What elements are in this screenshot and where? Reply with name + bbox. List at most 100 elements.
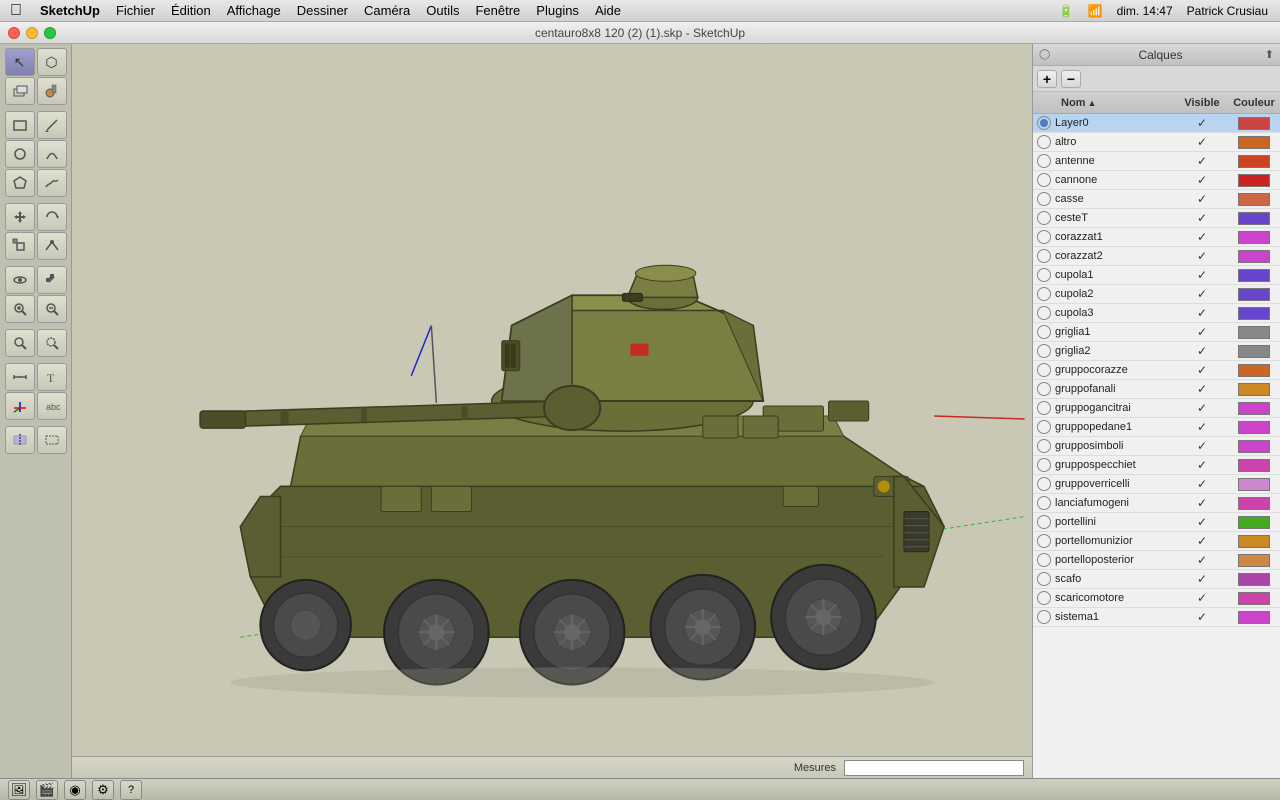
- menu-sketchup[interactable]: SketchUp: [32, 0, 108, 21]
- layer-visible-toggle[interactable]: ✓: [1176, 116, 1228, 130]
- layer-color-swatch[interactable]: [1228, 592, 1280, 605]
- layer-color-swatch[interactable]: [1228, 611, 1280, 624]
- layer-radio[interactable]: [1037, 325, 1051, 339]
- apple-menu[interactable]: : [0, 2, 32, 20]
- tool-component[interactable]: ⬡: [37, 48, 67, 76]
- scenes-icon[interactable]: 🎬: [36, 780, 58, 800]
- layer-visible-toggle[interactable]: ✓: [1176, 363, 1228, 377]
- layer-radio[interactable]: [1037, 534, 1051, 548]
- tool-freehand[interactable]: [37, 169, 67, 197]
- layer-color-swatch[interactable]: [1228, 288, 1280, 301]
- remove-layer-button[interactable]: −: [1061, 70, 1081, 88]
- tool-zoom-out[interactable]: [37, 295, 67, 323]
- layer-color-swatch[interactable]: [1228, 421, 1280, 434]
- tool-select[interactable]: ↖: [5, 48, 35, 76]
- layer-color-swatch[interactable]: [1228, 307, 1280, 320]
- layer-color-swatch[interactable]: [1228, 497, 1280, 510]
- layer-row[interactable]: gruppoverricelli✓: [1033, 475, 1280, 494]
- tool-axes[interactable]: [5, 392, 35, 420]
- layer-radio[interactable]: [1037, 211, 1051, 225]
- sphere-icon[interactable]: ◉: [64, 780, 86, 800]
- close-button[interactable]: [8, 27, 20, 39]
- layer-radio[interactable]: [1037, 116, 1051, 130]
- layer-color-swatch[interactable]: [1228, 193, 1280, 206]
- layer-color-swatch[interactable]: [1228, 459, 1280, 472]
- layer-visible-toggle[interactable]: ✓: [1176, 591, 1228, 605]
- layer-row[interactable]: gruppogancitrai✓: [1033, 399, 1280, 418]
- layer-visible-toggle[interactable]: ✓: [1176, 553, 1228, 567]
- layer-row[interactable]: cupola1✓: [1033, 266, 1280, 285]
- layer-radio[interactable]: [1037, 458, 1051, 472]
- layer-row[interactable]: altro✓: [1033, 133, 1280, 152]
- layer-row[interactable]: cesteT✓: [1033, 209, 1280, 228]
- layer-row[interactable]: cupola3✓: [1033, 304, 1280, 323]
- add-layer-button[interactable]: +: [1037, 70, 1057, 88]
- settings-icon[interactable]: ⚙: [92, 780, 114, 800]
- maximize-button[interactable]: [44, 27, 56, 39]
- layer-visible-toggle[interactable]: ✓: [1176, 268, 1228, 282]
- tool-orbit[interactable]: [5, 266, 35, 294]
- layer-visible-toggle[interactable]: ✓: [1176, 306, 1228, 320]
- layer-radio[interactable]: [1037, 154, 1051, 168]
- layer-color-swatch[interactable]: [1228, 250, 1280, 263]
- layer-row[interactable]: scafo✓: [1033, 570, 1280, 589]
- layer-visible-toggle[interactable]: ✓: [1176, 572, 1228, 586]
- calques-export-icon[interactable]: ⬆: [1265, 48, 1274, 61]
- layer-color-swatch[interactable]: [1228, 231, 1280, 244]
- layer-visible-toggle[interactable]: ✓: [1176, 344, 1228, 358]
- layer-visible-toggle[interactable]: ✓: [1176, 401, 1228, 415]
- layer-color-swatch[interactable]: [1228, 402, 1280, 415]
- layer-row[interactable]: corazzat2✓: [1033, 247, 1280, 266]
- layer-visible-toggle[interactable]: ✓: [1176, 420, 1228, 434]
- layer-row[interactable]: Layer0✓: [1033, 114, 1280, 133]
- layer-radio[interactable]: [1037, 420, 1051, 434]
- layer-visible-toggle[interactable]: ✓: [1176, 135, 1228, 149]
- layer-row[interactable]: gruppofanali✓: [1033, 380, 1280, 399]
- tool-rectangle[interactable]: [5, 111, 35, 139]
- layer-row[interactable]: griglia2✓: [1033, 342, 1280, 361]
- layer-color-swatch[interactable]: [1228, 478, 1280, 491]
- menu-outils[interactable]: Outils: [418, 0, 467, 21]
- layer-color-swatch[interactable]: [1228, 535, 1280, 548]
- layer-row[interactable]: gruppocorazze✓: [1033, 361, 1280, 380]
- layer-row[interactable]: portellini✓: [1033, 513, 1280, 532]
- tool-arc[interactable]: [37, 140, 67, 168]
- minimize-button[interactable]: [26, 27, 38, 39]
- layer-row[interactable]: griglia1✓: [1033, 323, 1280, 342]
- layer-visible-toggle[interactable]: ✓: [1176, 211, 1228, 225]
- tool-circle[interactable]: [5, 140, 35, 168]
- layer-radio[interactable]: [1037, 268, 1051, 282]
- menu-camera[interactable]: Caméra: [356, 0, 418, 21]
- layer-color-swatch[interactable]: [1228, 345, 1280, 358]
- tool-dimension[interactable]: abc: [37, 392, 67, 420]
- layer-row[interactable]: portellomunizior✓: [1033, 532, 1280, 551]
- menu-plugins[interactable]: Plugins: [528, 0, 587, 21]
- layer-radio[interactable]: [1037, 135, 1051, 149]
- layer-color-swatch[interactable]: [1228, 212, 1280, 225]
- layer-color-swatch[interactable]: [1228, 155, 1280, 168]
- layer-color-swatch[interactable]: [1228, 326, 1280, 339]
- layer-visible-toggle[interactable]: ✓: [1176, 458, 1228, 472]
- tool-move[interactable]: [5, 203, 35, 231]
- layer-radio[interactable]: [1037, 287, 1051, 301]
- layer-radio[interactable]: [1037, 306, 1051, 320]
- tool-pan[interactable]: [37, 266, 67, 294]
- layer-radio[interactable]: [1037, 230, 1051, 244]
- menu-fichier[interactable]: Fichier: [108, 0, 163, 21]
- layer-visible-toggle[interactable]: ✓: [1176, 439, 1228, 453]
- tool-hidden-geometry[interactable]: [37, 426, 67, 454]
- layer-row[interactable]: scaricomotore✓: [1033, 589, 1280, 608]
- layer-radio[interactable]: [1037, 572, 1051, 586]
- tool-push-pull[interactable]: [5, 77, 35, 105]
- layer-row[interactable]: gruppospecchiet✓: [1033, 456, 1280, 475]
- layer-radio[interactable]: [1037, 610, 1051, 624]
- tool-zoom-extent[interactable]: [5, 329, 35, 357]
- help-icon[interactable]: ?: [120, 780, 142, 800]
- layer-row[interactable]: antenne✓: [1033, 152, 1280, 171]
- layer-visible-toggle[interactable]: ✓: [1176, 287, 1228, 301]
- layer-visible-toggle[interactable]: ✓: [1176, 610, 1228, 624]
- layer-color-swatch[interactable]: [1228, 383, 1280, 396]
- layer-color-swatch[interactable]: [1228, 174, 1280, 187]
- tool-tape[interactable]: [5, 363, 35, 391]
- tool-zoom-in[interactable]: [5, 295, 35, 323]
